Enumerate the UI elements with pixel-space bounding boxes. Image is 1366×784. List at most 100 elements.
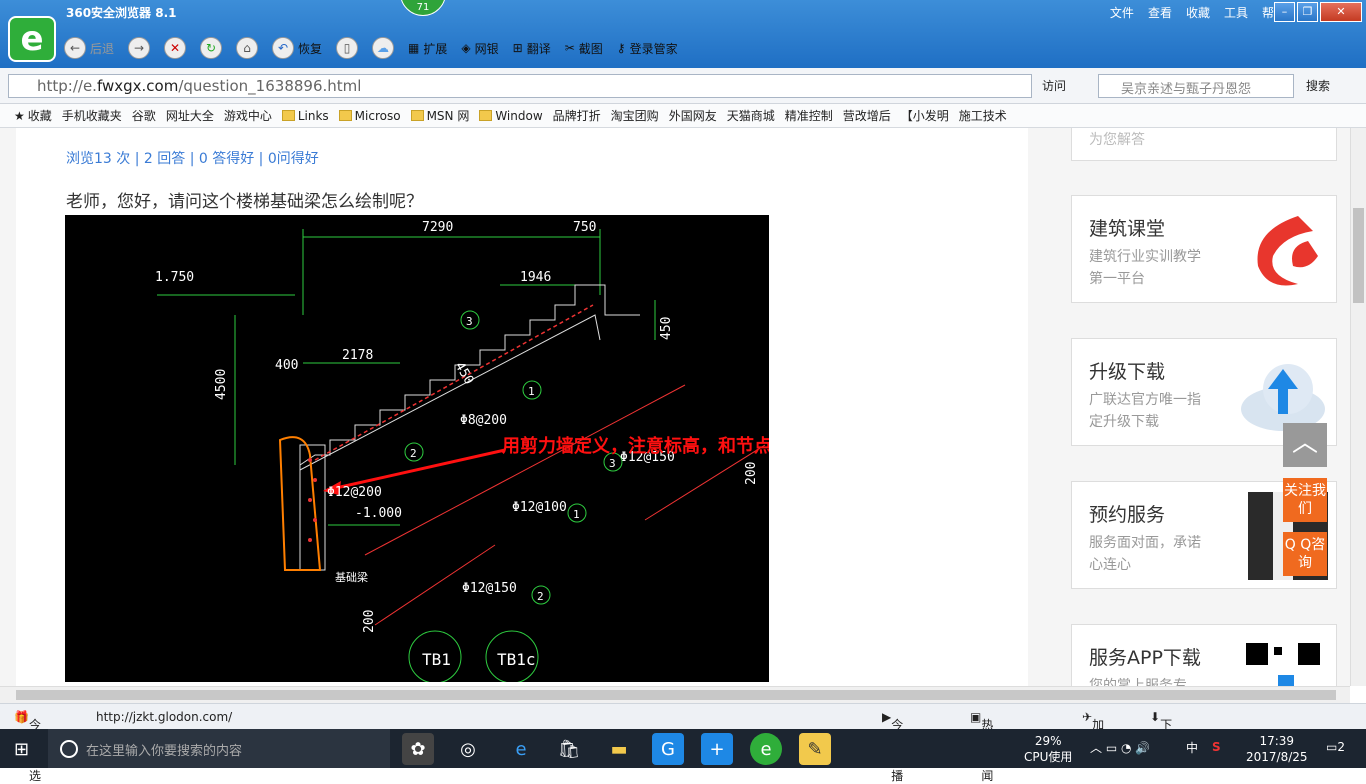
notification-center-icon[interactable]: ▭2 — [1326, 739, 1345, 755]
star-icon: ★ — [14, 108, 25, 123]
beam-label: 基础梁 — [335, 570, 368, 584]
browser-logo-icon[interactable]: e — [8, 16, 56, 62]
fav-item[interactable]: 【小发明 — [901, 107, 949, 124]
glodon-icon[interactable]: G — [652, 733, 684, 765]
fav-folder[interactable]: Window — [479, 109, 543, 123]
visit-button[interactable]: 访问 — [1042, 77, 1066, 94]
fav-item[interactable]: ★ 收藏 — [14, 107, 52, 124]
bank-button[interactable]: ◈ 网银 — [457, 40, 502, 57]
forward-button[interactable]: → — [124, 37, 154, 59]
screenshot-button[interactable]: ✂ 截图 — [561, 40, 607, 57]
notification-badge[interactable]: 71 — [400, 0, 446, 16]
taskview-icon[interactable]: ✿ — [402, 733, 434, 765]
fav-folder[interactable]: Microso — [338, 109, 401, 123]
fav-item[interactable]: 施工技术 — [959, 107, 1007, 124]
maximize-button[interactable]: ❐ — [1297, 2, 1318, 22]
cpu-usage[interactable]: 29% CPU使用 — [1024, 733, 1072, 765]
close-button[interactable]: ✕ — [1320, 2, 1362, 22]
folder-icon — [410, 110, 424, 121]
browser-360-icon[interactable]: e — [750, 733, 782, 765]
status-url: http://jzkt.glodon.com/ — [96, 710, 233, 724]
fav-item[interactable]: 精准控制 — [785, 107, 833, 124]
extend-button[interactable]: ▦ 扩展 — [404, 40, 451, 57]
undo-icon: ↶ — [272, 37, 295, 59]
stop-button[interactable]: ✕ — [160, 37, 190, 59]
search-input[interactable]: 吴京亲述与甄子丹恩怨 — [1098, 74, 1294, 98]
horizontal-scrollbar[interactable] — [0, 686, 1350, 703]
menu-view[interactable]: 查看 — [1148, 4, 1172, 21]
dim-label: 750 — [573, 220, 596, 235]
restore-button[interactable]: ↶ 恢复 — [268, 37, 326, 59]
clock[interactable]: 17:39 2017/8/25 — [1246, 733, 1308, 765]
scrollbar-thumb[interactable] — [16, 690, 1336, 700]
vertical-scrollbar[interactable] — [1350, 128, 1366, 686]
fav-folder[interactable]: MSN 网 — [410, 107, 469, 124]
translate-button[interactable]: ⊞ 翻译 — [509, 40, 555, 57]
ime-indicator[interactable]: 中 — [1186, 740, 1198, 756]
status-bar: 🎁 今日优选 http://jzkt.glodon.com/ ▶ 今日直播 ▣ … — [0, 703, 1366, 783]
qq-consult-button[interactable]: Q Q咨询 — [1283, 532, 1327, 576]
menu-file[interactable]: 文件 — [1110, 4, 1134, 21]
file-explorer-icon[interactable]: ▬ — [603, 733, 635, 765]
back-button[interactable]: ← 后退 — [60, 37, 118, 59]
fav-item[interactable]: 游戏中心 — [224, 107, 272, 124]
address-row: http://e.fwxgx.com/question_1638896.html… — [0, 68, 1366, 104]
search-button[interactable]: 搜索 — [1306, 77, 1330, 94]
dim-label: 7290 — [422, 220, 453, 235]
fav-item[interactable]: 外国网友 — [669, 107, 717, 124]
follow-us-button[interactable]: 关注我们 — [1283, 478, 1327, 522]
login-manager-button[interactable]: ⚷ 登录管家 — [613, 40, 682, 57]
download-button[interactable]: ⬇ 下载 — [1150, 710, 1172, 749]
question-content: 浏览13 次 | 2 回答 | 0 答得好 | 0问得好 老师，您好，请问这个楼… — [16, 128, 1028, 686]
phone-icon: ▯ — [336, 37, 359, 59]
sidebar-card-app-download[interactable]: 服务APP下载 您的掌上服务专 — [1071, 624, 1337, 686]
sogou-icon[interactable]: S — [1212, 739, 1221, 755]
menu-favorites[interactable]: 收藏 — [1186, 4, 1210, 21]
refresh-button[interactable]: ↻ — [196, 37, 226, 59]
fav-item[interactable]: 网址大全 — [166, 107, 214, 124]
cloud-button[interactable]: ☁ — [368, 37, 398, 59]
classroom-logo-icon — [1257, 216, 1318, 286]
grid-icon: ▦ — [408, 41, 420, 55]
minimize-button[interactable]: – — [1274, 2, 1295, 22]
edge-icon[interactable]: e — [505, 733, 537, 765]
rebar-label: Φ12@100 — [512, 500, 567, 515]
home-button[interactable]: ⌂ — [232, 37, 262, 59]
notes-icon[interactable]: ✎ — [799, 733, 831, 765]
dim-label: 4500 — [214, 369, 229, 400]
qr-code-icon — [1243, 640, 1323, 686]
fav-item[interactable]: 淘宝团购 — [611, 107, 659, 124]
menu-tools[interactable]: 工具 — [1224, 4, 1248, 21]
sidebar-card-partial[interactable]: 为您解答 — [1071, 128, 1337, 161]
fav-item[interactable]: 天猫商城 — [727, 107, 775, 124]
edge-swirl-icon[interactable]: ◎ — [452, 733, 484, 765]
back-to-top-button[interactable]: ︿ — [1283, 423, 1327, 467]
cloud-icon: ☁ — [372, 37, 395, 59]
fav-item[interactable]: 手机收藏夹 — [62, 107, 122, 124]
fav-folder[interactable]: Links — [281, 109, 329, 123]
cad-drawing-svg: 7290 750 1946 2178 400 4500 450 450 1.75… — [155, 220, 808, 684]
stop-icon: ✕ — [164, 37, 187, 59]
back-arrow-icon: ← — [64, 37, 86, 59]
scrollbar-thumb[interactable] — [1353, 208, 1364, 303]
address-bar[interactable]: http://e.fwxgx.com/question_1638896.html — [8, 74, 1032, 98]
sidebar-card-classroom[interactable]: 建筑课堂 建筑行业实训教学第一平台 — [1071, 195, 1337, 303]
fav-item[interactable]: 品牌打折 — [553, 107, 601, 124]
tray-icons[interactable]: ︿ ▭ ◔ 🔊 — [1090, 740, 1150, 756]
windows-start-icon[interactable]: ⊞ — [14, 739, 29, 760]
accelerator-button[interactable]: ✈ 加速器 — [1082, 710, 1104, 766]
main-toolbar: ← 后退 → ✕ ↻ ⌂ ↶ 恢复 ▯ ☁ ▦ 扩展 ◈ 网银 ⊞ 翻译 ✂ 截图 ⚷ 登录管… — [60, 34, 682, 62]
svg-text:3: 3 — [609, 457, 616, 470]
app-plus-icon[interactable]: + — [701, 733, 733, 765]
hot-news-button[interactable]: ▣ 热点新闻 — [970, 710, 993, 783]
elevation-label: -1.000 — [355, 506, 402, 521]
shield-icon: ◈ — [461, 41, 471, 55]
today-live-button[interactable]: ▶ 今日直播 — [882, 710, 903, 783]
phone-button[interactable]: ▯ — [332, 37, 362, 59]
store-icon[interactable]: 🛍 — [553, 733, 585, 765]
today-picks-button[interactable]: 🎁 今日优选 — [14, 710, 41, 783]
question-stats[interactable]: 浏览13 次 | 2 回答 | 0 答得好 | 0问得好 — [66, 148, 319, 168]
fav-item[interactable]: 营改增后 — [843, 107, 891, 124]
taskbar-search-input[interactable]: 在这里输入你要搜索的内容 — [48, 729, 390, 768]
fav-item[interactable]: 谷歌 — [132, 107, 156, 124]
